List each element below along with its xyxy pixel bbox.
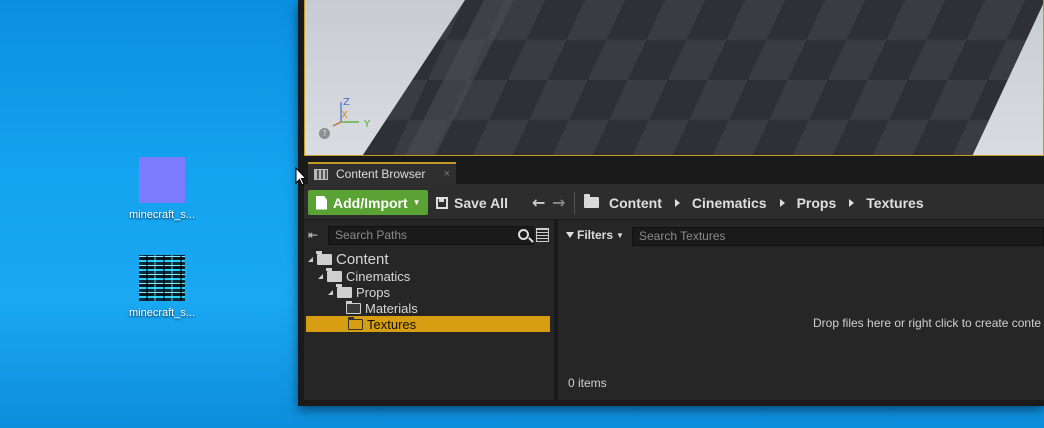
tree-item-label: Cinematics bbox=[346, 268, 411, 284]
editor-window: Z X Y ? Content Browser × Add/Import ▼ S… bbox=[298, 0, 1044, 406]
tree-item-label: Content bbox=[336, 250, 389, 268]
save-all-label: Save All bbox=[454, 194, 508, 211]
tab-content-browser[interactable]: Content Browser × bbox=[308, 162, 456, 184]
folder-open-icon bbox=[316, 250, 332, 265]
view-options-icon[interactable] bbox=[536, 228, 549, 242]
forward-arrow-icon[interactable]: → bbox=[552, 193, 565, 212]
drop-hint-text: Drop files here or right click to create… bbox=[813, 316, 1042, 330]
add-import-label: Add/Import bbox=[333, 194, 408, 211]
purple-image-icon bbox=[139, 157, 185, 203]
desktop-file-minecraft-1[interactable]: minecraft_s... bbox=[122, 157, 202, 221]
toggle-sources-icon[interactable]: ⇤ bbox=[308, 228, 324, 244]
breadcrumb-item-content[interactable]: Content bbox=[609, 195, 662, 211]
breadcrumb-arrow-icon[interactable] bbox=[779, 198, 785, 207]
tab-label: Content Browser bbox=[336, 167, 426, 181]
glitch-image-icon bbox=[139, 255, 185, 301]
breadcrumb-item-textures[interactable]: Textures bbox=[866, 195, 923, 211]
save-icon bbox=[436, 196, 448, 209]
folder-icon bbox=[348, 316, 363, 330]
tree-item-textures[interactable]: Textures bbox=[306, 316, 550, 332]
mouse-cursor-icon bbox=[295, 167, 307, 186]
tree-item-label: Materials bbox=[365, 300, 418, 316]
tree-item-label: Props bbox=[356, 284, 390, 300]
content-browser-icon bbox=[314, 168, 328, 180]
search-paths-input[interactable]: Search Paths bbox=[328, 226, 534, 245]
folder-icon bbox=[584, 194, 599, 208]
folder-open-icon bbox=[326, 267, 342, 282]
level-viewport[interactable]: Z X Y ? bbox=[304, 0, 1044, 156]
breadcrumb: Content Cinematics Props Textures bbox=[584, 190, 924, 215]
search-icon[interactable] bbox=[518, 229, 529, 240]
tab-strip: Content Browser × bbox=[304, 160, 1044, 184]
close-icon[interactable]: × bbox=[444, 168, 450, 180]
folder-open-icon bbox=[336, 283, 352, 298]
tree-item-content[interactable]: Content bbox=[304, 250, 554, 268]
help-icon[interactable]: ? bbox=[319, 128, 330, 139]
back-arrow-icon[interactable]: ← bbox=[532, 193, 545, 212]
content-browser-toolbar: Add/Import ▼ Save All ← → Content Cinema… bbox=[304, 184, 1044, 220]
filters-label: Filters bbox=[577, 228, 614, 242]
folder-icon bbox=[346, 300, 361, 314]
add-import-button[interactable]: Add/Import ▼ bbox=[308, 190, 428, 215]
chevron-down-icon: ▼ bbox=[616, 230, 624, 240]
breadcrumb-arrow-icon[interactable] bbox=[674, 198, 680, 207]
desktop-file-label: minecraft_s... bbox=[128, 307, 196, 319]
search-paths-placeholder: Search Paths bbox=[335, 228, 408, 242]
tree-item-cinematics[interactable]: Cinematics bbox=[304, 267, 554, 284]
search-textures-placeholder: Search Textures bbox=[639, 229, 726, 243]
breadcrumb-item-cinematics[interactable]: Cinematics bbox=[692, 195, 767, 211]
chevron-down-icon: ▼ bbox=[412, 198, 421, 207]
filter-icon bbox=[566, 232, 574, 238]
search-textures-input[interactable]: Search Textures bbox=[632, 227, 1044, 246]
breadcrumb-item-props[interactable]: Props bbox=[797, 195, 837, 211]
expand-arrow-icon[interactable] bbox=[328, 289, 333, 295]
expand-arrow-icon[interactable] bbox=[318, 273, 323, 279]
tree-item-props[interactable]: Props bbox=[304, 283, 554, 300]
axis-gizmo: Z X Y bbox=[332, 97, 371, 130]
axis-y-label: Y bbox=[363, 119, 371, 130]
expand-arrow-icon[interactable] bbox=[308, 256, 313, 262]
toolbar-divider bbox=[574, 192, 575, 214]
filters-button[interactable]: Filters ▼ bbox=[566, 228, 624, 242]
checker-floor bbox=[362, 0, 1043, 155]
desktop-file-minecraft-2[interactable]: minecraft_s... bbox=[122, 255, 202, 319]
tree-item-label: Textures bbox=[367, 316, 417, 332]
sources-panel: ⇤ Search Paths Content Cinematics Props bbox=[304, 220, 554, 400]
breadcrumb-arrow-icon[interactable] bbox=[849, 198, 855, 207]
axis-x-label: X bbox=[341, 110, 348, 121]
tree-item-materials[interactable]: Materials bbox=[304, 300, 554, 316]
save-all-button[interactable]: Save All bbox=[436, 190, 508, 215]
new-document-icon bbox=[316, 195, 327, 210]
axis-z-label: Z bbox=[343, 97, 350, 108]
folder-tree: Content Cinematics Props Materials Textu… bbox=[304, 250, 554, 332]
desktop-file-label: minecraft_s... bbox=[128, 209, 196, 221]
item-count: 0 items bbox=[568, 376, 607, 390]
asset-view[interactable]: Filters ▼ Search Textures Drop files her… bbox=[558, 220, 1044, 400]
